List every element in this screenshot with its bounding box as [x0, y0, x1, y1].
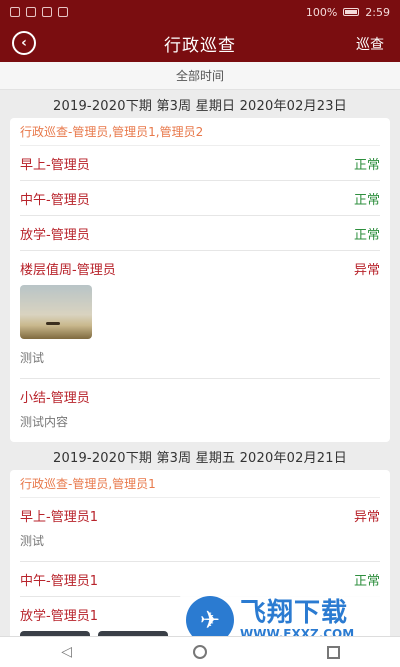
record-card: 行政巡查-管理员,管理员1,管理员2 早上-管理员 正常 中午-管理员 正常 放…	[10, 118, 390, 442]
wifi-icon	[26, 7, 36, 17]
status-bar: 100% 2:59	[0, 0, 400, 24]
list-item[interactable]: 小结-管理员 测试内容	[20, 379, 380, 442]
status-badge: 正常	[353, 192, 380, 208]
status-badge: 正常	[353, 227, 380, 243]
row-title: 中午-管理员1	[20, 573, 98, 589]
list-item[interactable]: 早上-管理员 正常	[20, 146, 380, 181]
record-list[interactable]: 2019-2020下期 第3周 星期日 2020年02月23日 行政巡查-管理员…	[0, 90, 400, 636]
usb-icon	[42, 7, 52, 17]
list-item[interactable]: 早上-管理员1 异常 测试	[20, 498, 380, 562]
status-icons-left	[10, 7, 68, 17]
row-title: 放学-管理员1	[20, 608, 98, 624]
row-title: 放学-管理员	[20, 227, 90, 243]
row-note: 测试	[20, 534, 45, 548]
row-note: 测试内容	[20, 415, 69, 429]
list-item[interactable]: 中午-管理员 正常	[20, 181, 380, 216]
date-header: 2019-2020下期 第3周 星期日 2020年02月23日	[53, 98, 347, 114]
row-title: 小结-管理员	[20, 390, 90, 406]
app-bar: ‹ 行政巡查 巡查	[0, 24, 400, 62]
photo-thumbnail[interactable]	[20, 285, 92, 339]
triangle-back-icon[interactable]: ◁	[58, 643, 76, 661]
circle-home-icon[interactable]	[191, 643, 209, 661]
page-title: 行政巡查	[164, 35, 236, 56]
status-icons-right: 100% 2:59	[306, 6, 390, 19]
list-item[interactable]: 放学-管理员 正常	[20, 216, 380, 251]
battery-percent: 100%	[305, 5, 338, 19]
patrol-button[interactable]: 巡查	[356, 34, 384, 54]
watermark-title: 飞翔下载	[240, 597, 349, 628]
row-title: 楼层值周-管理员	[20, 262, 116, 278]
list-item[interactable]: 楼层值周-管理员 异常 测试	[20, 251, 380, 379]
status-badge: 异常	[353, 262, 380, 278]
clock: 2:59	[365, 5, 390, 19]
system-nav-bar: ◁	[0, 636, 400, 667]
row-title: 早上-管理员1	[20, 509, 98, 525]
row-note: 测试	[20, 351, 45, 365]
sim-icon	[10, 7, 20, 17]
status-badge: 正常	[353, 573, 380, 589]
square-recent-icon[interactable]	[324, 643, 342, 661]
back-arrow-circle-icon[interactable]: ‹	[12, 31, 36, 55]
row-title: 早上-管理员	[20, 157, 90, 173]
status-badge: 正常	[353, 157, 380, 173]
row-title: 中午-管理员	[20, 192, 90, 208]
category-title: 行政巡查-管理员,管理员1,管理员2	[20, 118, 380, 146]
status-badge: 异常	[353, 509, 380, 525]
time-filter[interactable]: 全部时间	[0, 62, 400, 90]
watermark-text: 飞翔下载 WWW.FXXZ.COM	[240, 599, 354, 642]
date-header: 2019-2020下期 第3周 星期五 2020年02月21日	[53, 450, 347, 466]
battery-icon	[343, 8, 360, 16]
category-title: 行政巡查-管理员,管理员1	[20, 470, 380, 498]
search-icon	[58, 7, 68, 17]
